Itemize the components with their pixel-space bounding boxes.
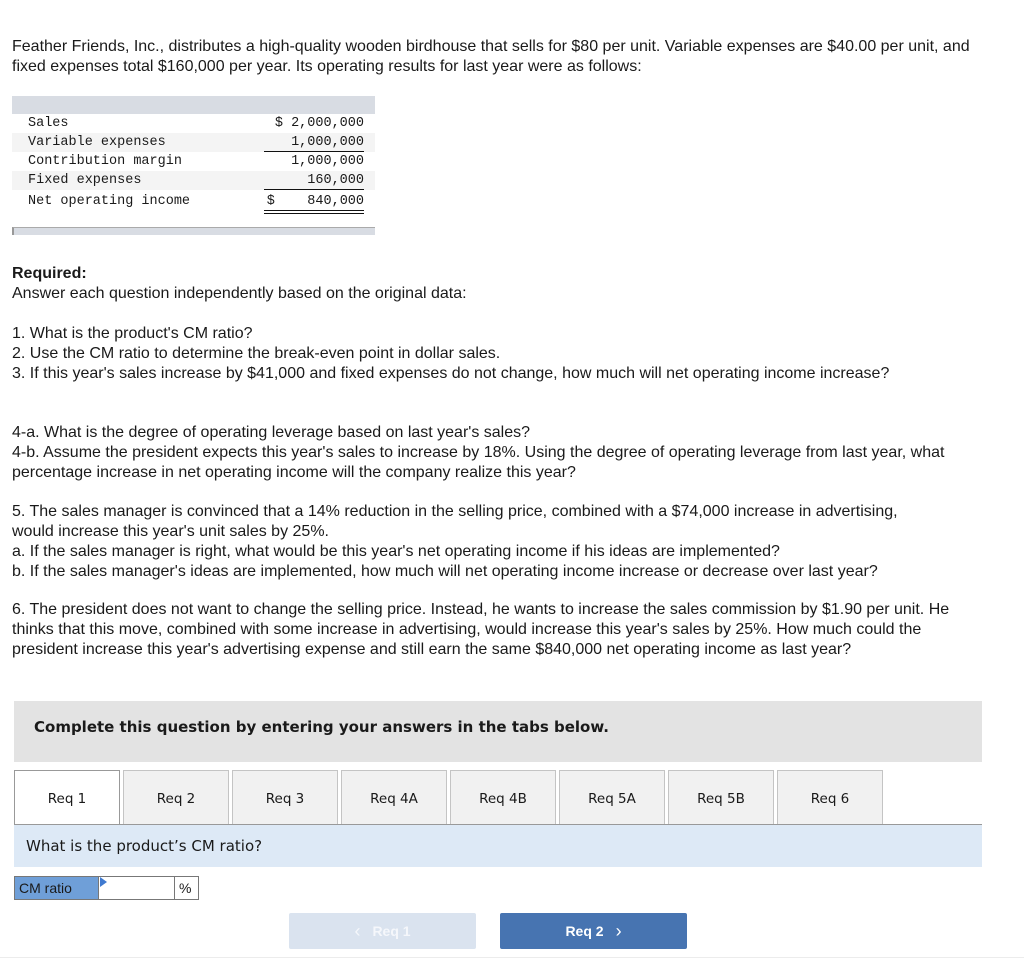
question-5: 5. The sales manager is convinced that a… <box>12 503 898 540</box>
question-4a: 4-a. What is the degree of operating lev… <box>12 424 531 441</box>
bottom-divider <box>0 957 1024 958</box>
table-row: Fixed expenses 160,000 <box>12 171 375 190</box>
required-heading: Required: <box>12 265 87 282</box>
next-button-label: Req 2 <box>565 923 604 939</box>
question-3: 3. If this year's sales increase by $41,… <box>12 365 890 382</box>
answer-row: CM ratio % <box>14 876 199 901</box>
cm-ratio-input-cell[interactable] <box>99 876 178 901</box>
problem-intro: Feather Friends, Inc., distributes a hig… <box>12 38 970 75</box>
cm-ratio-input[interactable] <box>99 877 178 901</box>
row-label: Contribution margin <box>28 154 182 169</box>
row-label: Sales <box>28 116 69 131</box>
question-6: 6. The president does not want to change… <box>12 601 950 658</box>
banner-text: Complete this question by entering your … <box>34 718 609 736</box>
requirement-tabs: Req 1 Req 2 Req 3 Req 4A Req 4B Req 5A R… <box>14 770 886 824</box>
tab-req-5b[interactable]: Req 5B <box>668 770 774 824</box>
question-text: What is the product’s CM ratio? <box>26 837 263 855</box>
tab-req-3[interactable]: Req 3 <box>232 770 338 824</box>
chevron-left-icon: ‹ <box>354 920 361 941</box>
tab-req-5a[interactable]: Req 5A <box>559 770 665 824</box>
required-instruction: Answer each question independently based… <box>12 285 467 302</box>
row-amount: $ 2,000,000 <box>274 116 364 131</box>
tab-req-4b[interactable]: Req 4B <box>450 770 556 824</box>
row-amount: $ 840,000 <box>264 190 364 214</box>
instruction-banner: Complete this question by entering your … <box>14 701 982 762</box>
unit-label: % <box>175 876 199 900</box>
row-amount: 1,000,000 <box>291 154 364 169</box>
tab-req-1[interactable]: Req 1 <box>14 770 120 824</box>
answer-label: CM ratio <box>14 876 99 900</box>
row-label: Fixed expenses <box>28 173 142 188</box>
tab-req-2[interactable]: Req 2 <box>123 770 229 824</box>
question-5a: a. If the sales manager is right, what w… <box>12 543 780 560</box>
question-5b: b. If the sales manager's ideas are impl… <box>12 563 878 580</box>
question-2: 2. Use the CM ratio to determine the bre… <box>12 345 501 362</box>
next-button[interactable]: Req 2 › <box>500 913 687 949</box>
previous-button[interactable]: ‹ Req 1 <box>289 913 476 949</box>
table-footer-bar <box>12 227 375 235</box>
table-row: Sales $ 2,000,000 <box>12 114 375 133</box>
previous-button-label: Req 1 <box>372 923 411 939</box>
table-row: Variable expenses 1,000,000 <box>12 133 375 152</box>
question-4b: 4-b. Assume the president expects this y… <box>12 444 945 481</box>
table-row: Contribution margin 1,000,000 <box>12 152 375 171</box>
row-label: Variable expenses <box>28 135 166 150</box>
row-label: Net operating income <box>28 194 191 209</box>
tab-req-6[interactable]: Req 6 <box>777 770 883 824</box>
question-1: 1. What is the product's CM ratio? <box>12 325 253 342</box>
question-bar: What is the product’s CM ratio? <box>14 825 982 867</box>
table-row: Net operating income $ 840,000 <box>12 190 375 214</box>
input-flag-icon <box>100 877 107 887</box>
row-amount: 160,000 <box>264 171 364 190</box>
row-amount: 1,000,000 <box>264 133 364 152</box>
income-statement-table: Sales $ 2,000,000 Variable expenses 1,00… <box>12 96 375 235</box>
chevron-right-icon: › <box>615 920 622 941</box>
tab-req-4a[interactable]: Req 4A <box>341 770 447 824</box>
table-header-bar <box>12 96 375 114</box>
